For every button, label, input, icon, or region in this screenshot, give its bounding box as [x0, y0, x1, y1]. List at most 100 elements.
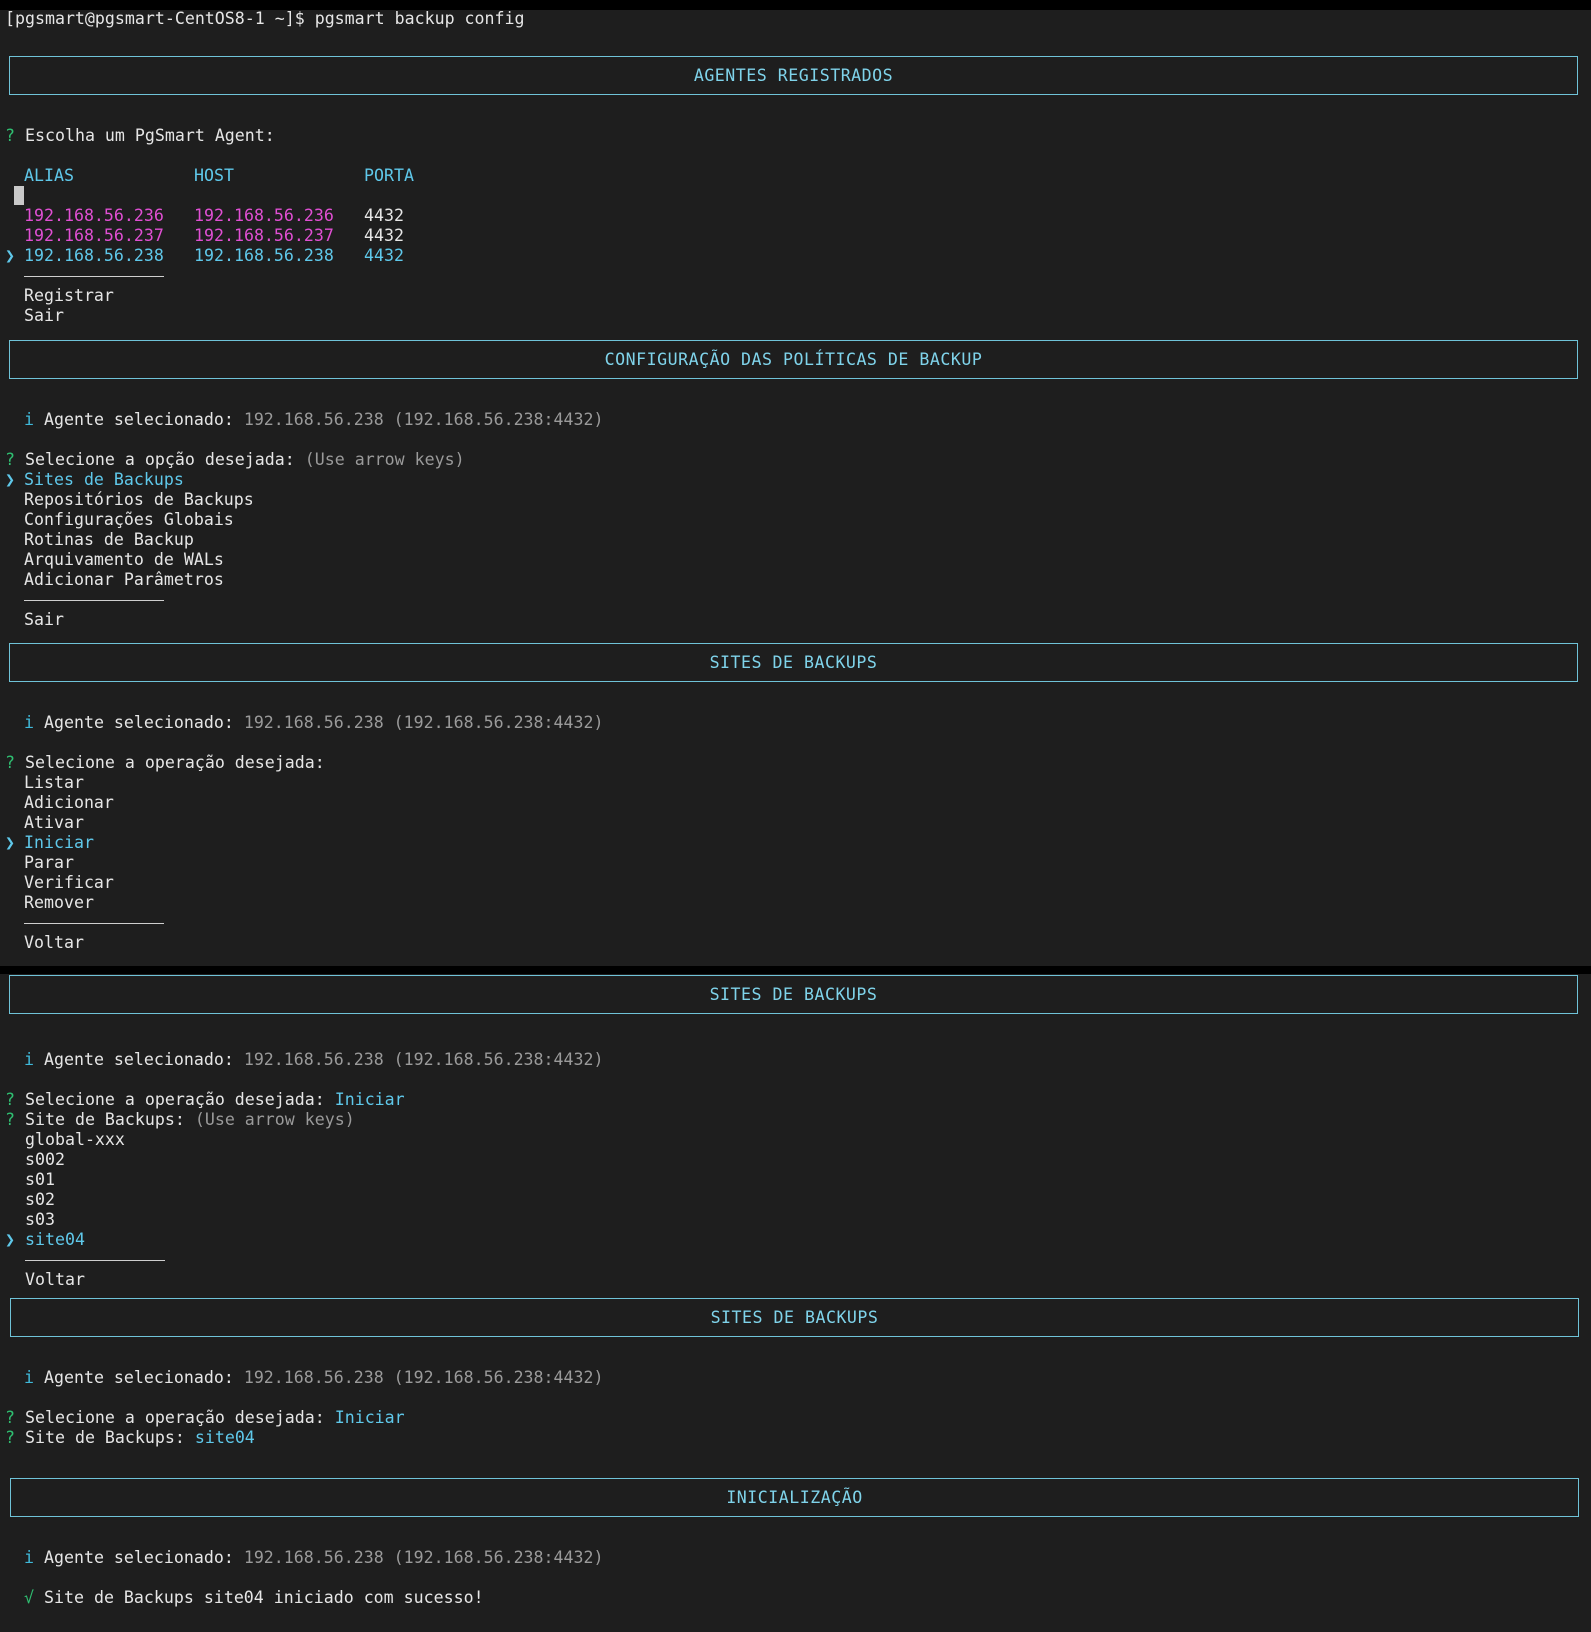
- question-operation-answered: ? Selecione a operação desejada: Iniciar: [5, 1090, 405, 1110]
- agent-host: 192.168.56.237: [194, 226, 334, 245]
- section-header-sites: SITES DE BACKUPS: [9, 643, 1578, 682]
- agent-alias: 192.168.56.238: [24, 246, 164, 265]
- terminal-cursor: [14, 186, 24, 205]
- section-header-inicializacao: INICIALIZAÇÃO: [10, 1478, 1579, 1517]
- question-icon: ?: [5, 1090, 15, 1109]
- success-text: Site de Backups site04 iniciado com suce…: [44, 1588, 484, 1607]
- info-label: Agente selecionado:: [44, 410, 234, 429]
- question-icon: ?: [5, 1408, 15, 1427]
- agent-port: 4432: [364, 226, 404, 245]
- question-site-answered: ? Site de Backups: site04: [5, 1428, 255, 1448]
- menu-item-parametros[interactable]: Adicionar Parâmetros: [24, 570, 224, 590]
- question-operation-answered: ? Selecione a operação desejada: Iniciar: [5, 1408, 405, 1428]
- agent-port: 4432: [364, 206, 404, 225]
- info-icon: i: [24, 410, 34, 429]
- menu-item-sair[interactable]: Sair: [24, 610, 64, 630]
- info-label: Agente selecionado:: [44, 713, 234, 732]
- info-value: 192.168.56.238 (192.168.56.238:4432): [243, 410, 604, 429]
- site-item-global-xxx[interactable]: global-xxx: [25, 1130, 125, 1150]
- info-icon: i: [24, 1368, 34, 1387]
- menu-item-config-globais[interactable]: Configurações Globais: [24, 510, 234, 530]
- question-choose-agent: ? Escolha um PgSmart Agent:: [5, 126, 275, 146]
- menu-item-voltar[interactable]: Voltar: [25, 1270, 85, 1290]
- menu-item-sair[interactable]: Sair: [24, 306, 64, 326]
- site-item-s03[interactable]: s03: [25, 1210, 55, 1230]
- agent-selected-info: i Agente selecionado: 192.168.56.238 (19…: [24, 410, 603, 430]
- site-item-s002[interactable]: s002: [25, 1150, 65, 1170]
- answer-text: Iniciar: [334, 1408, 405, 1427]
- question-text: Selecione a opção desejada:: [25, 450, 295, 469]
- menu-item-remover[interactable]: Remover: [24, 893, 94, 913]
- check-icon: √: [24, 1588, 34, 1607]
- hint-text: (Use arrow keys): [194, 1110, 355, 1129]
- agent-port: 4432: [364, 246, 404, 265]
- menu-item-listar[interactable]: Listar: [24, 773, 84, 793]
- info-label: Agente selecionado:: [44, 1548, 234, 1567]
- menu-item-voltar[interactable]: Voltar: [24, 933, 84, 953]
- answer-text: Iniciar: [334, 1090, 405, 1109]
- agent-row[interactable]: 192.168.56.237 192.168.56.237 4432: [24, 226, 404, 246]
- section-header-configuracao: CONFIGURAÇÃO DAS POLÍTICAS DE BACKUP: [9, 340, 1578, 379]
- site-item-s01[interactable]: s01: [25, 1170, 55, 1190]
- section-header-sites: SITES DE BACKUPS: [10, 1298, 1579, 1337]
- col-porta: PORTA: [364, 166, 414, 185]
- pointer-icon: ❯: [5, 1230, 15, 1249]
- info-label: Agente selecionado:: [44, 1050, 234, 1069]
- col-alias: ALIAS: [24, 166, 74, 185]
- question-icon: ?: [5, 753, 15, 772]
- agent-selected-info: i Agente selecionado: 192.168.56.238 (19…: [24, 1368, 603, 1388]
- info-label: Agente selecionado:: [44, 1368, 234, 1387]
- screenshot-seam: [0, 966, 1591, 974]
- agent-alias: 192.168.56.237: [24, 226, 164, 245]
- success-message: √ Site de Backups site04 iniciado com su…: [24, 1588, 484, 1608]
- menu-item-registrar[interactable]: Registrar: [24, 286, 114, 306]
- menu-item-adicionar[interactable]: Adicionar: [24, 793, 114, 813]
- question-icon: ?: [5, 1110, 15, 1129]
- section-header-agentes: AGENTES REGISTRADOS: [9, 56, 1578, 95]
- info-icon: i: [24, 713, 34, 732]
- agent-row-selected[interactable]: 192.168.56.238 192.168.56.238 4432: [24, 246, 404, 266]
- separator: [24, 276, 164, 277]
- pointer-icon: ❯: [5, 470, 15, 489]
- menu-item-iniciar[interactable]: Iniciar: [24, 833, 94, 853]
- separator: [25, 1260, 165, 1261]
- question-text: Site de Backups:: [25, 1428, 185, 1447]
- agent-row[interactable]: 192.168.56.236 192.168.56.236 4432: [24, 206, 404, 226]
- menu-item-repositorios[interactable]: Repositórios de Backups: [24, 490, 254, 510]
- question-icon: ?: [5, 126, 15, 145]
- menu-item-sites[interactable]: Sites de Backups: [24, 470, 184, 490]
- question-icon: ?: [5, 450, 15, 469]
- pointer-icon: ❯: [5, 833, 15, 852]
- agent-host: 192.168.56.236: [194, 206, 334, 225]
- shell-prompt: [pgsmart@pgsmart-CentOS8-1 ~]$ pgsmart b…: [5, 9, 525, 28]
- question-text: Selecione a operação desejada:: [25, 1090, 325, 1109]
- menu-item-verificar[interactable]: Verificar: [24, 873, 114, 893]
- info-value: 192.168.56.238 (192.168.56.238:4432): [243, 1548, 604, 1567]
- section-header-sites: SITES DE BACKUPS: [9, 975, 1578, 1014]
- agents-table-header: ALIAS HOST PORTA: [24, 166, 414, 186]
- menu-item-parar[interactable]: Parar: [24, 853, 74, 873]
- hint-text: (Use arrow keys): [304, 450, 465, 469]
- info-value: 192.168.56.238 (192.168.56.238:4432): [243, 1050, 604, 1069]
- question-text: Selecione a operação desejada:: [25, 753, 325, 772]
- info-value: 192.168.56.238 (192.168.56.238:4432): [243, 1368, 604, 1387]
- question-site: ? Site de Backups: (Use arrow keys): [5, 1110, 355, 1130]
- info-icon: i: [24, 1548, 34, 1567]
- info-icon: i: [24, 1050, 34, 1069]
- agent-selected-info: i Agente selecionado: 192.168.56.238 (19…: [24, 1548, 603, 1568]
- menu-item-ativar[interactable]: Ativar: [24, 813, 84, 833]
- answer-text: site04: [194, 1428, 255, 1447]
- site-item-site04[interactable]: site04: [25, 1230, 85, 1250]
- agent-alias: 192.168.56.236: [24, 206, 164, 225]
- agent-host: 192.168.56.238: [194, 246, 334, 265]
- separator: [24, 600, 164, 601]
- agent-selected-info: i Agente selecionado: 192.168.56.238 (19…: [24, 1050, 603, 1070]
- question-operation: ? Selecione a operação desejada:: [5, 753, 325, 773]
- menu-item-arquivamento[interactable]: Arquivamento de WALs: [24, 550, 224, 570]
- site-item-s02[interactable]: s02: [25, 1190, 55, 1210]
- question-text: Escolha um PgSmart Agent:: [25, 126, 275, 145]
- question-option: ? Selecione a opção desejada: (Use arrow…: [5, 450, 465, 470]
- question-icon: ?: [5, 1428, 15, 1447]
- menu-item-rotinas[interactable]: Rotinas de Backup: [24, 530, 194, 550]
- col-host: HOST: [194, 166, 234, 185]
